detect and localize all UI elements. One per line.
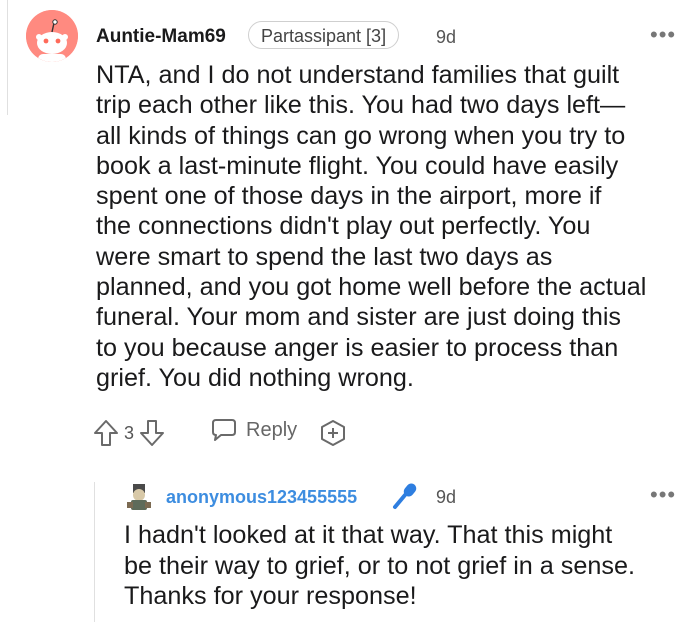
snoo-avatar[interactable] xyxy=(26,10,78,62)
vote-score: 3 xyxy=(124,422,135,443)
downvote-icon[interactable] xyxy=(138,418,166,448)
reply-avatar[interactable] xyxy=(124,482,154,512)
reply-bubble-icon xyxy=(210,417,238,443)
op-mic-icon xyxy=(390,480,422,517)
user-flair: Partassipant [3] xyxy=(248,21,400,49)
reply-more-options-icon[interactable]: ••• xyxy=(650,482,676,508)
vote-bar: 3 xyxy=(92,418,166,448)
thread-line xyxy=(7,0,8,115)
award-plus-icon[interactable] xyxy=(318,418,348,453)
more-options-icon[interactable]: ••• xyxy=(650,22,676,48)
reply-label: Reply xyxy=(246,418,298,441)
upvote-icon[interactable] xyxy=(92,418,120,448)
reply-author[interactable]: anonymous123455555 xyxy=(166,487,357,508)
reply-body: I hadn't looked at it that way. That thi… xyxy=(124,521,636,610)
reply-button[interactable]: Reply xyxy=(210,417,297,443)
reply-age: 9d xyxy=(436,487,457,507)
comment-author[interactable]: Auntie-Mam69 xyxy=(96,26,226,48)
comment-body: NTA, and I do not understand families th… xyxy=(96,61,647,392)
comment-age: 9d xyxy=(436,27,457,47)
reply-thread-line xyxy=(94,482,95,622)
